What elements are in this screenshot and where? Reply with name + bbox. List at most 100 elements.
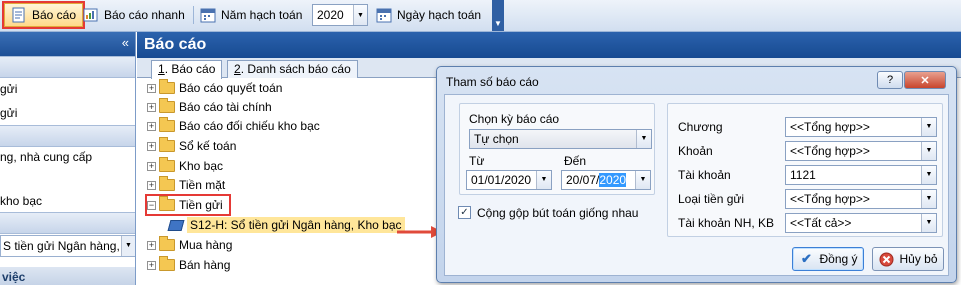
report-icon <box>11 7 27 23</box>
param-value: <<Tổng hợp>> <box>790 120 870 134</box>
tree-node[interactable]: + Báo cáo quyết toán <box>147 79 282 97</box>
toolbar-divider <box>193 6 194 24</box>
param-value: <<Tất cả>> <box>790 216 852 230</box>
ok-button[interactable]: ✔ Đồng ý <box>792 247 864 271</box>
nam-hach-toan-label-group: Năm hạch toán <box>200 4 302 26</box>
expand-icon[interactable]: + <box>147 260 156 270</box>
period-group: Chọn kỳ báo cáo Tự chọn ▼ Từ Đến 01/01/2… <box>459 103 655 195</box>
to-date-prefix: 20/07/ <box>566 173 600 187</box>
left-section-band <box>0 212 135 234</box>
chevron-down-icon[interactable]: ▼ <box>921 166 936 184</box>
folder-icon <box>159 176 175 191</box>
chevron-down-icon[interactable]: ▼ <box>921 142 936 160</box>
tree-node-label: Bán hàng <box>179 258 231 272</box>
tab-key: 2 <box>234 62 241 76</box>
bao-cao-nhanh-button[interactable]: Báo cáo nhanh <box>83 4 185 26</box>
cancel-icon <box>878 251 894 267</box>
ngay-hach-toan-button[interactable]: Ngày hạch toán <box>376 4 481 26</box>
left-select-value: S tiền gửi Ngân hàng, Kh <box>3 239 136 253</box>
expand-icon[interactable]: + <box>147 102 156 112</box>
tai-khoan-nh-kb-select[interactable]: <<Tất cả>> ▼ <box>785 213 937 233</box>
to-date-selected: 2020 <box>599 173 627 187</box>
expand-icon[interactable]: + <box>147 83 156 93</box>
chevron-down-icon[interactable]: ▼ <box>921 214 936 232</box>
page-title: Báo cáo <box>137 32 961 58</box>
to-label: Đến <box>564 154 587 168</box>
tree-node[interactable]: + Báo cáo tài chính <box>147 98 272 116</box>
dialog-title: Tham số báo cáo <box>446 75 539 89</box>
chevron-down-icon[interactable]: ▼ <box>635 171 650 189</box>
param-label: Loại tiền gửi <box>678 192 745 206</box>
chevron-down-icon[interactable]: ▼ <box>353 5 367 25</box>
cancel-label: Hủy bỏ <box>899 252 938 266</box>
chuong-select[interactable]: <<Tổng hợp>> ▼ <box>785 117 937 137</box>
folder-icon <box>159 137 175 152</box>
to-date-field[interactable]: 20/07/2020 ▼ <box>561 170 651 190</box>
expand-icon[interactable]: + <box>147 240 156 250</box>
tree-node-label: Sổ kế toán <box>179 139 237 153</box>
cancel-button[interactable]: Hủy bỏ <box>872 247 944 271</box>
collapse-icon[interactable]: « <box>122 35 129 50</box>
left-panel-header: « <box>0 32 135 56</box>
tree-node[interactable]: + Bán hàng <box>147 256 230 274</box>
left-report-select[interactable]: S tiền gửi Ngân hàng, Kh ▼ <box>0 235 136 257</box>
param-value: <<Tổng hợp>> <box>790 192 870 206</box>
toolbar-overflow-button[interactable]: ▼ <box>492 0 504 31</box>
folder-icon <box>159 79 175 94</box>
help-button[interactable]: ? <box>877 71 903 89</box>
expand-icon[interactable]: + <box>147 121 156 131</box>
tab-danh-sach-bao-cao[interactable]: 2. Danh sách báo cáo <box>227 60 358 78</box>
folder-icon <box>159 256 175 271</box>
khoan-select[interactable]: <<Tổng hợp>> ▼ <box>785 141 937 161</box>
tree-node-tien-gui[interactable]: − Tiền gửi <box>145 194 231 216</box>
chevron-down-icon[interactable]: ▼ <box>921 118 936 136</box>
period-select[interactable]: Tự chọn ▼ <box>469 129 652 149</box>
chevron-down-icon[interactable]: ▼ <box>921 190 936 208</box>
tab-bao-cao[interactable]: 1. Báo cáo <box>151 60 223 79</box>
year-value: 2020 <box>317 8 344 22</box>
chevron-down-icon[interactable]: ▼ <box>121 236 135 256</box>
book-icon <box>167 219 185 231</box>
folder-icon <box>159 98 175 113</box>
merge-checkbox[interactable]: ✓ <box>458 206 471 219</box>
tab-label: . Báo cáo <box>164 62 216 76</box>
param-label: Chương <box>678 120 723 134</box>
chevron-down-icon[interactable]: ▼ <box>636 130 651 148</box>
tree-node[interactable]: + Báo cáo đối chiếu kho bạc <box>147 117 320 135</box>
tree-node[interactable]: + Kho bạc <box>147 157 223 175</box>
year-select[interactable]: 2020 ▼ <box>312 4 368 26</box>
calendar-icon <box>200 7 216 23</box>
left-item[interactable]: kho bạc <box>0 194 135 208</box>
left-item[interactable]: gửi <box>0 106 135 120</box>
folder-icon <box>159 157 175 172</box>
chevron-down-icon[interactable]: ▼ <box>536 171 551 189</box>
expand-icon[interactable]: + <box>147 141 156 151</box>
loai-tien-gui-select[interactable]: <<Tổng hợp>> ▼ <box>785 189 937 209</box>
collapse-node-icon[interactable]: − <box>147 200 156 210</box>
left-item[interactable]: ng, nhà cung cấp <box>0 150 135 164</box>
from-date-field[interactable]: 01/01/2020 ▼ <box>466 170 552 190</box>
close-button[interactable]: ✕ <box>904 71 946 89</box>
period-label: Chọn kỳ báo cáo <box>469 112 560 126</box>
tree-node-label: Báo cáo quyết toán <box>179 81 283 95</box>
from-label: Từ <box>469 154 485 168</box>
expand-icon[interactable]: + <box>147 180 156 190</box>
tree-node[interactable]: + Mua hàng <box>147 236 232 254</box>
dialog-body: Chọn kỳ báo cáo Tự chọn ▼ Từ Đến 01/01/2… <box>444 94 949 276</box>
left-bottom-section[interactable]: việc <box>0 267 135 285</box>
bao-cao-button[interactable]: Báo cáo <box>1 1 86 29</box>
param-label: Tài khoản NH, KB <box>678 216 775 230</box>
tree-node-label: Tiền mặt <box>179 178 226 192</box>
tree-node[interactable]: + Tiền mặt <box>147 176 225 194</box>
tai-khoan-select[interactable]: 1121 ▼ <box>785 165 937 185</box>
tree-node[interactable]: + Sổ kế toán <box>147 137 236 155</box>
merge-label: Cộng gộp bút toán giống nhau <box>477 206 639 220</box>
left-item[interactable]: gửi <box>0 82 135 96</box>
bao-cao-label: Báo cáo <box>32 8 77 22</box>
nam-hach-toan-label: Năm hạch toán <box>221 8 303 22</box>
expand-icon[interactable]: + <box>147 161 156 171</box>
tree-node-label: Tiền gửi <box>179 198 223 212</box>
param-value: 1121 <box>790 168 816 182</box>
tree-leaf-s12h[interactable]: S12-H: Sổ tiền gửi Ngân hàng, Kho bạc <box>167 216 405 234</box>
folder-icon <box>159 236 175 251</box>
